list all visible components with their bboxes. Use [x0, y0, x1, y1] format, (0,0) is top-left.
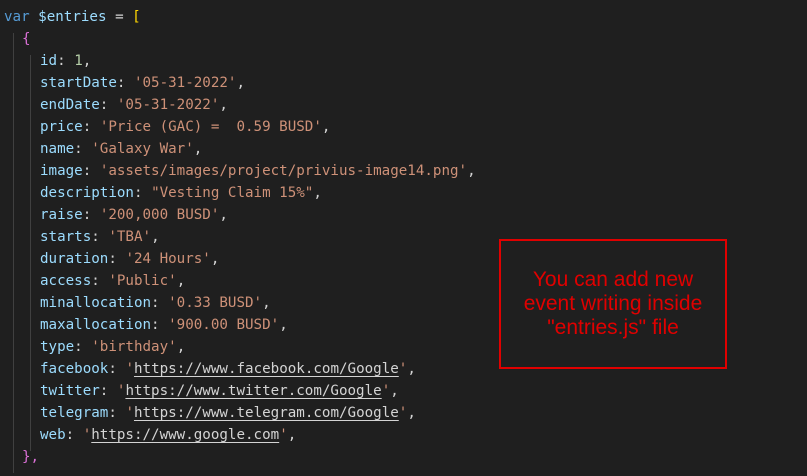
field-value: '05-31-2022': [116, 97, 220, 113]
field-key: starts: [40, 229, 92, 245]
var-keyword: var: [4, 9, 30, 25]
code-line-field: type: 'birthday',: [40, 339, 186, 355]
field-url-link[interactable]: https://www.twitter.com/Google: [125, 383, 381, 399]
variable-name: $entries: [38, 9, 107, 25]
field-value: 'Price (GAC) = 0.59 BUSD': [99, 119, 322, 135]
field-value: 'birthday': [91, 339, 177, 355]
code-line-field: image: 'assets/images/project/privius-im…: [40, 163, 476, 179]
code-line-field: description: "Vesting Claim 15%",: [40, 185, 322, 201]
field-key: web: [40, 427, 66, 443]
indent-guide-inner: [30, 55, 31, 451]
field-value: '05-31-2022': [133, 75, 237, 91]
field-key: type: [40, 339, 75, 355]
annotation-text: You can add new event writing inside "en…: [523, 268, 703, 339]
code-line-object-open: {: [22, 28, 31, 50]
field-key: raise: [40, 207, 83, 223]
field-value: 'TBA': [108, 229, 152, 245]
field-key: image: [40, 163, 83, 179]
code-line-field: raise: '200,000 BUSD',: [40, 207, 228, 223]
code-line-field: startDate: '05-31-2022',: [40, 75, 246, 91]
field-value: '0.33 BUSD': [168, 295, 263, 311]
field-key: startDate: [40, 75, 117, 91]
code-line-declaration: var $entries = [: [4, 6, 141, 28]
code-line-field: price: 'Price (GAC) = 0.59 BUSD',: [40, 119, 331, 135]
code-line-field: duration: '24 Hours',: [40, 251, 220, 267]
field-value: '200,000 BUSD': [99, 207, 220, 223]
field-key: access: [40, 273, 92, 289]
field-key: duration: [40, 251, 109, 267]
array-open-bracket: [: [132, 9, 141, 25]
field-value: '24 Hours': [125, 251, 211, 267]
code-line-field: starts: 'TBA',: [40, 229, 160, 245]
field-key: facebook: [40, 361, 109, 377]
field-url-link[interactable]: https://www.google.com: [91, 427, 279, 443]
code-line-field: web: 'https://www.google.com',: [40, 427, 297, 443]
field-key: minallocation: [40, 295, 152, 311]
field-value: 'assets/images/project/privius-image14.p…: [99, 163, 468, 179]
field-key: telegram: [40, 405, 109, 421]
code-line-field: minallocation: '0.33 BUSD',: [40, 295, 271, 311]
object-open-brace: {: [22, 31, 31, 47]
field-value: 'Public': [108, 273, 177, 289]
code-line-field: access: 'Public',: [40, 273, 186, 289]
field-key: price: [40, 119, 83, 135]
field-key: endDate: [40, 97, 100, 113]
assign-operator: =: [115, 9, 124, 25]
code-line-field: maxallocation: '900.00 BUSD',: [40, 317, 288, 333]
field-value: '900.00 BUSD': [168, 317, 280, 333]
code-editor[interactable]: var $entries = [ { id: 1, startDate: '05-…: [0, 0, 807, 476]
code-line-field: facebook: 'https://www.facebook.com/Goog…: [40, 361, 416, 377]
field-key: name: [40, 141, 75, 157]
field-key: description: [40, 185, 134, 201]
field-value: 1: [74, 53, 83, 69]
field-key: twitter: [40, 383, 100, 399]
field-value: "Vesting Claim 15%": [151, 185, 314, 201]
code-line-field: twitter: 'https://www.twitter.com/Google…: [40, 383, 399, 399]
code-line-object-close: },: [22, 446, 39, 468]
indent-guide-outer: [13, 33, 14, 473]
annotation-box: You can add new event writing inside "en…: [499, 239, 727, 369]
code-line-field: endDate: '05-31-2022',: [40, 97, 228, 113]
code-line-field: id: 1,: [40, 53, 92, 69]
code-line-field: name: 'Galaxy War',: [40, 141, 203, 157]
field-key: maxallocation: [40, 317, 152, 333]
code-line-field: telegram: 'https://www.telegram.com/Goog…: [40, 405, 416, 421]
field-url-link[interactable]: https://www.telegram.com/Google: [134, 405, 399, 421]
field-value: 'Galaxy War': [91, 141, 194, 157]
field-key: id: [40, 53, 58, 69]
object-close-brace: },: [22, 449, 40, 465]
field-url-link[interactable]: https://www.facebook.com/Google: [134, 361, 399, 377]
